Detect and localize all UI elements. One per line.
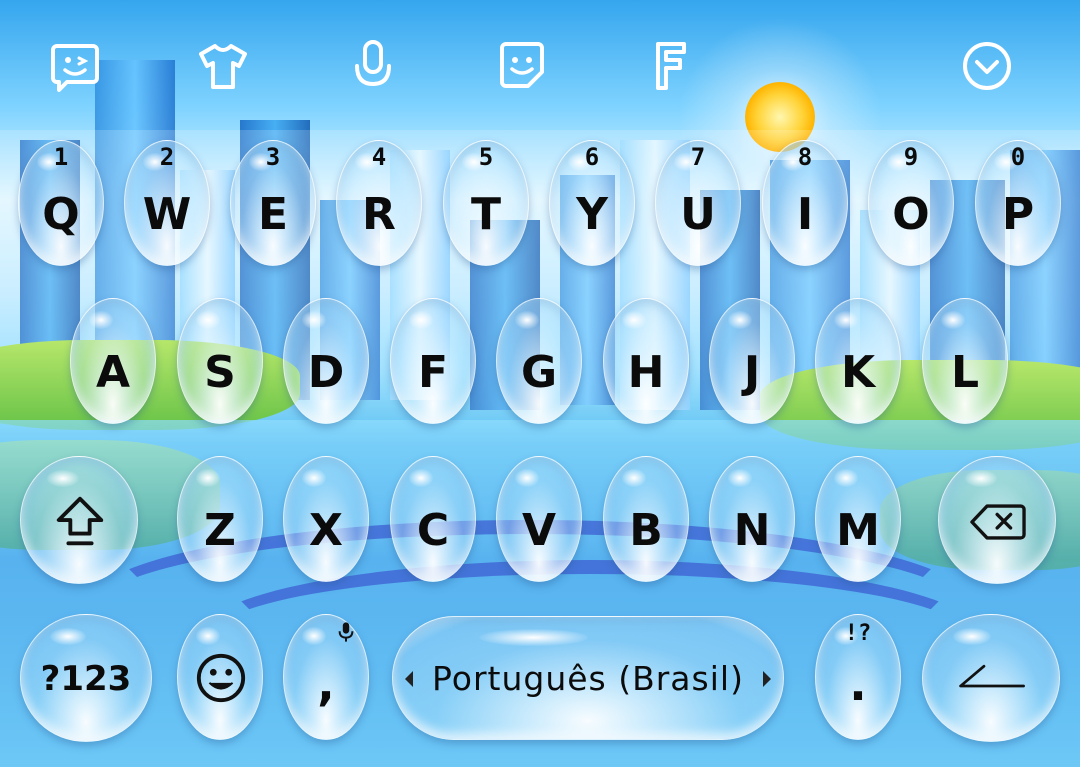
- key-label: Y: [576, 189, 608, 240]
- key-z[interactable]: Z: [177, 456, 263, 582]
- key-w[interactable]: 2 W: [124, 140, 210, 266]
- key-hint: 1: [53, 143, 69, 171]
- theme-shirt-icon: [199, 44, 247, 89]
- key-label: V: [521, 505, 557, 556]
- key-o[interactable]: 9 O: [868, 140, 954, 266]
- emoji-face-icon: [500, 42, 544, 88]
- period-hint: !?: [844, 621, 872, 646]
- key-label: L: [950, 347, 980, 398]
- key-j[interactable]: J: [709, 298, 795, 424]
- comma-key[interactable]: ,: [283, 614, 369, 740]
- key-hint: 9: [903, 143, 919, 171]
- key-label: H: [627, 347, 665, 398]
- collapse-keyboard-button[interactable]: [957, 36, 1017, 96]
- microphone-icon: [355, 40, 391, 87]
- key-label: S: [204, 347, 236, 398]
- key-u[interactable]: 7 U: [655, 140, 741, 266]
- key-r[interactable]: 4 R: [336, 140, 422, 266]
- emoji-sticker-button[interactable]: [492, 36, 552, 96]
- voice-input-button[interactable]: [343, 36, 403, 96]
- sticker-icon: [51, 44, 99, 92]
- period-key[interactable]: !? .: [815, 614, 901, 740]
- key-label: A: [95, 347, 131, 398]
- key-hint: 5: [478, 143, 494, 171]
- key-hint: 2: [159, 143, 175, 171]
- enter-icon: [959, 664, 1025, 688]
- period-label: .: [849, 657, 867, 711]
- key-label: O: [892, 189, 930, 240]
- key-y[interactable]: 6 Y: [549, 140, 635, 266]
- key-label: M: [836, 505, 880, 556]
- key-label: D: [307, 347, 345, 398]
- key-hint: 0: [1010, 143, 1026, 171]
- backspace-key[interactable]: [938, 456, 1056, 584]
- key-label: F: [417, 347, 449, 398]
- key-label: R: [362, 189, 396, 240]
- key-hint: 6: [584, 143, 600, 171]
- key-label: Z: [204, 505, 236, 556]
- shift-icon: [56, 496, 104, 546]
- key-m[interactable]: M: [815, 456, 901, 582]
- theme-button[interactable]: [193, 36, 253, 96]
- space-language-label: Português (Brasil): [432, 659, 744, 698]
- backspace-icon: [970, 504, 1026, 540]
- key-label: B: [629, 505, 663, 556]
- key-label: W: [142, 189, 192, 240]
- key-label: J: [743, 347, 761, 398]
- key-b[interactable]: B: [603, 456, 689, 582]
- emoji-icon: [196, 653, 246, 703]
- key-v[interactable]: V: [496, 456, 582, 582]
- key-label: U: [680, 189, 716, 240]
- key-p[interactable]: 0 P: [975, 140, 1061, 266]
- key-a[interactable]: A: [70, 298, 156, 424]
- key-g[interactable]: G: [496, 298, 582, 424]
- key-hint: 7: [690, 143, 706, 171]
- key-l[interactable]: L: [922, 298, 1008, 424]
- collapse-chevron-icon: [963, 42, 1011, 90]
- key-label: Q: [42, 189, 80, 240]
- key-label: C: [416, 505, 450, 556]
- enter-key[interactable]: [922, 614, 1060, 742]
- key-label: T: [470, 189, 501, 240]
- key-c[interactable]: C: [390, 456, 476, 582]
- symbols-key[interactable]: ?123: [20, 614, 152, 742]
- key-label: P: [1001, 189, 1035, 240]
- key-label: E: [257, 189, 289, 240]
- key-f[interactable]: F: [390, 298, 476, 424]
- font-button[interactable]: [640, 36, 700, 96]
- key-n[interactable]: N: [709, 456, 795, 582]
- key-t[interactable]: 5 T: [443, 140, 529, 266]
- key-label: I: [796, 189, 814, 240]
- sticker-button[interactable]: [45, 36, 105, 96]
- key-label: K: [840, 347, 876, 398]
- emoji-key[interactable]: [177, 614, 263, 740]
- key-label: G: [520, 347, 558, 398]
- symbols-label: ?123: [40, 659, 132, 699]
- key-label: X: [309, 505, 343, 556]
- key-q[interactable]: 1 Q: [18, 140, 104, 266]
- key-k[interactable]: K: [815, 298, 901, 424]
- keyboard-toolbar: [0, 0, 1080, 130]
- font-icon: [656, 42, 686, 90]
- language-next-arrow-icon: [763, 671, 771, 687]
- key-s[interactable]: S: [177, 298, 263, 424]
- key-hint: 8: [797, 143, 813, 171]
- key-e[interactable]: 3 E: [230, 140, 316, 266]
- key-d[interactable]: D: [283, 298, 369, 424]
- key-i[interactable]: 8 I: [762, 140, 848, 266]
- key-hint: 4: [371, 143, 387, 171]
- space-key[interactable]: Português (Brasil): [392, 616, 784, 740]
- key-label: N: [733, 505, 771, 556]
- key-hint: 3: [265, 143, 281, 171]
- microphone-hint-icon: [338, 622, 354, 642]
- key-x[interactable]: X: [283, 456, 369, 582]
- key-h[interactable]: H: [603, 298, 689, 424]
- comma-label: ,: [317, 657, 335, 711]
- shift-key[interactable]: [20, 456, 138, 584]
